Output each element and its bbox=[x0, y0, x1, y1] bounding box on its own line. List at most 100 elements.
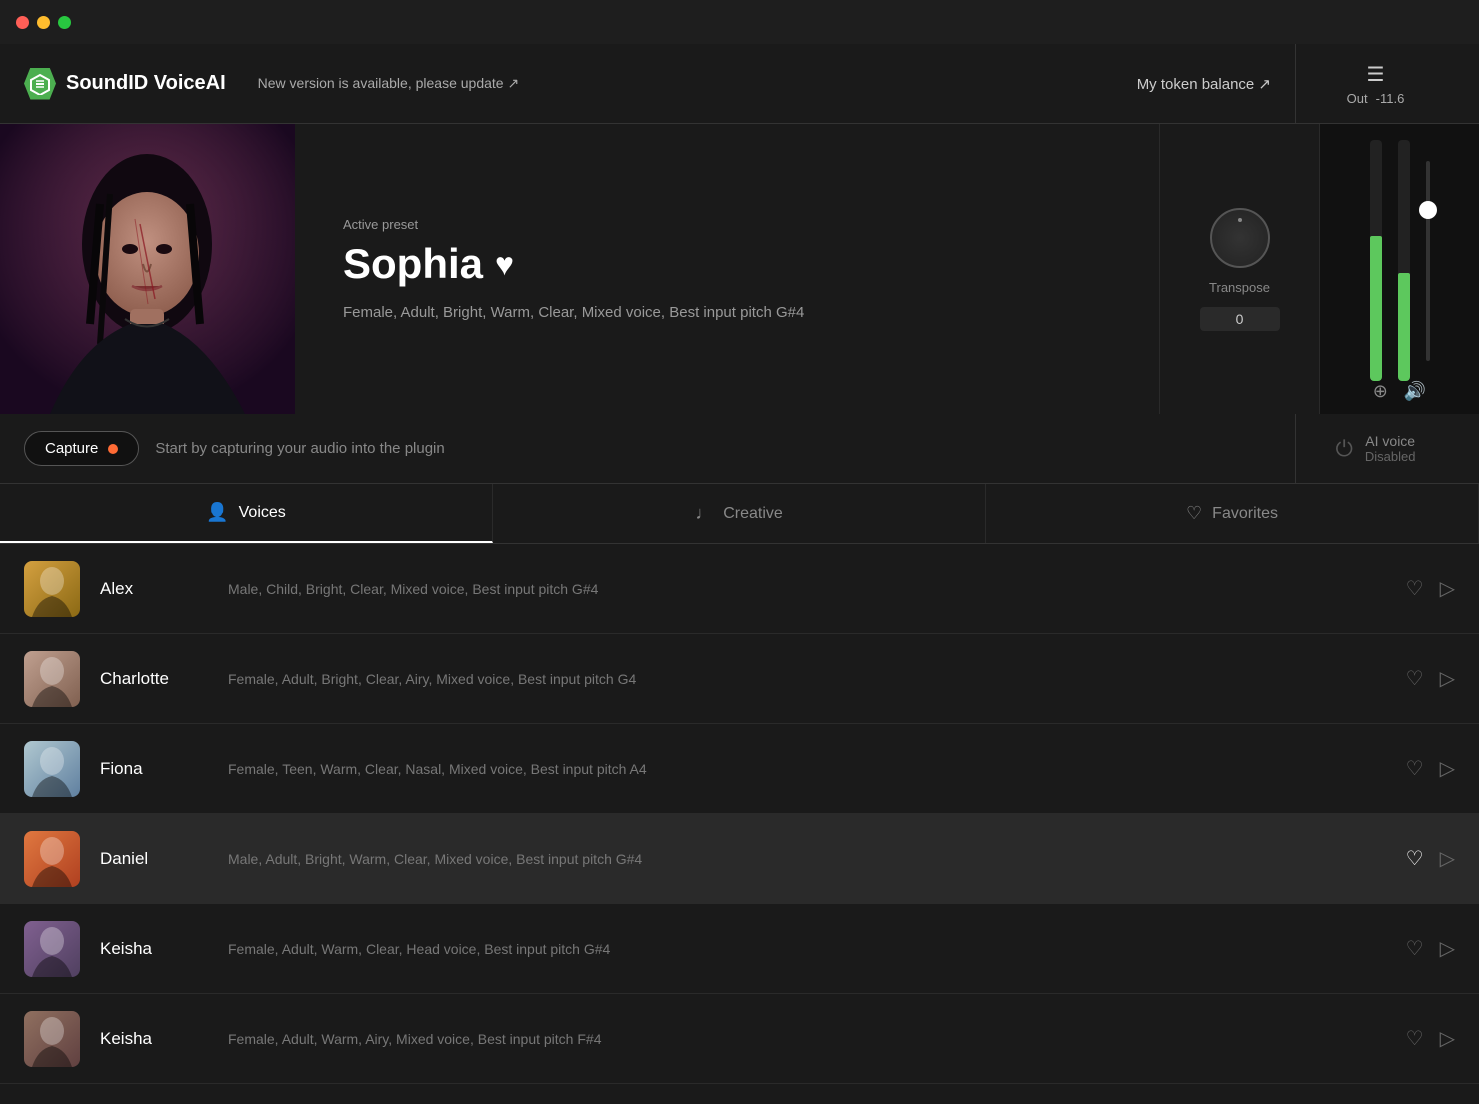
favorites-tab-icon: ♡ bbox=[1186, 503, 1202, 524]
close-button[interactable] bbox=[16, 16, 29, 29]
voice-name-4: Keisha bbox=[100, 939, 220, 959]
voice-tags-3: Male, Adult, Bright, Warm, Clear, Mixed … bbox=[228, 851, 1406, 867]
voice-list: Alex Male, Child, Bright, Clear, Mixed v… bbox=[0, 544, 1479, 1104]
voice-actions-1: ♡ ▷ bbox=[1406, 666, 1455, 691]
voice-avatar-inner-1 bbox=[24, 651, 80, 707]
out-label: Out bbox=[1347, 91, 1368, 106]
tab-creative[interactable]: ♩ Creative bbox=[493, 484, 986, 543]
volume-slider-thumb[interactable] bbox=[1419, 201, 1437, 219]
capture-instruction: Start by capturing your audio into the p… bbox=[155, 440, 1295, 457]
bottom-section: 👤 Voices ♩ Creative ♡ Favorites Ale bbox=[0, 484, 1479, 1104]
meter-controls: ⊕ 🔊 bbox=[1373, 381, 1427, 402]
voice-name-1: Charlotte bbox=[100, 669, 220, 689]
voice-actions-3: ♡ ▷ bbox=[1406, 846, 1455, 871]
play-icon-0[interactable]: ▷ bbox=[1440, 576, 1455, 601]
preset-name-text: Sophia bbox=[343, 240, 483, 288]
maximize-button[interactable] bbox=[58, 16, 71, 29]
creative-tab-icon: ♩ bbox=[695, 503, 713, 524]
capture-button[interactable]: Capture bbox=[24, 431, 139, 466]
transpose-label: Transpose bbox=[1209, 280, 1270, 295]
meter-fill-left bbox=[1370, 236, 1382, 381]
ai-voice-status: Disabled bbox=[1365, 449, 1416, 464]
update-notice[interactable]: New version is available, please update … bbox=[258, 75, 1137, 92]
voice-name-3: Daniel bbox=[100, 849, 220, 869]
tabs: 👤 Voices ♩ Creative ♡ Favorites bbox=[0, 484, 1479, 544]
favorite-icon-3[interactable]: ♡ bbox=[1406, 846, 1424, 871]
voice-name-5: Keisha bbox=[100, 1029, 220, 1049]
voice-tags-5: Female, Adult, Warm, Airy, Mixed voice, … bbox=[228, 1031, 1406, 1047]
voice-row-keisha-4[interactable]: Keisha Female, Adult, Warm, Clear, Head … bbox=[0, 904, 1479, 994]
voice-avatar-1 bbox=[24, 651, 80, 707]
favorite-icon-2[interactable]: ♡ bbox=[1406, 756, 1424, 781]
header-right-panel: ☰ Out -11.6 bbox=[1295, 44, 1455, 123]
tab-voices-label: Voices bbox=[239, 504, 286, 522]
ai-voice-label: AI voice bbox=[1365, 433, 1416, 449]
artist-photo bbox=[0, 124, 295, 414]
transpose-knob[interactable] bbox=[1210, 208, 1270, 268]
voice-avatar-inner-3 bbox=[24, 831, 80, 887]
voice-name-2: Fiona bbox=[100, 759, 220, 779]
voice-tags-0: Male, Child, Bright, Clear, Mixed voice,… bbox=[228, 581, 1406, 597]
titlebar bbox=[0, 0, 1479, 44]
play-icon-3[interactable]: ▷ bbox=[1440, 846, 1455, 871]
favorite-icon-1[interactable]: ♡ bbox=[1406, 666, 1424, 691]
artist-photo-img bbox=[0, 124, 295, 414]
tab-favorites-label: Favorites bbox=[1212, 505, 1278, 523]
play-icon-5[interactable]: ▷ bbox=[1440, 1026, 1455, 1051]
volume-icon[interactable]: 🔊 bbox=[1404, 381, 1426, 402]
favorite-icon-0[interactable]: ♡ bbox=[1406, 576, 1424, 601]
content-row: Active preset Sophia ♥ Female, Adult, Br… bbox=[0, 124, 1479, 414]
voice-tags-1: Female, Adult, Bright, Clear, Airy, Mixe… bbox=[228, 671, 1406, 687]
power-icon[interactable]: ⏻ bbox=[1336, 436, 1353, 462]
capture-bar: Capture Start by capturing your audio in… bbox=[0, 414, 1479, 484]
logo-text: SoundID VoiceAI bbox=[66, 72, 226, 95]
app-wrapper: SoundID VoiceAI New version is available… bbox=[0, 44, 1479, 1104]
tab-favorites[interactable]: ♡ Favorites bbox=[986, 484, 1479, 543]
play-icon-1[interactable]: ▷ bbox=[1440, 666, 1455, 691]
meter-bar-left bbox=[1370, 140, 1382, 381]
favorite-icon-4[interactable]: ♡ bbox=[1406, 936, 1424, 961]
active-preset-label: Active preset bbox=[343, 217, 1111, 232]
meter-bar-right bbox=[1398, 140, 1410, 381]
favorite-icon-5[interactable]: ♡ bbox=[1406, 1026, 1424, 1051]
voice-avatar-inner-4 bbox=[24, 921, 80, 977]
volume-panel: ⊕ 🔊 bbox=[1319, 124, 1479, 414]
preset-heart-icon[interactable]: ♥ bbox=[495, 246, 514, 283]
voice-avatar-inner-2 bbox=[24, 741, 80, 797]
voice-actions-4: ♡ ▷ bbox=[1406, 936, 1455, 961]
voice-row-fiona-2[interactable]: Fiona Female, Teen, Warm, Clear, Nasal, … bbox=[0, 724, 1479, 814]
transpose-value[interactable]: 0 bbox=[1200, 307, 1280, 331]
voice-row-keisha-5[interactable]: Keisha Female, Adult, Warm, Airy, Mixed … bbox=[0, 994, 1479, 1084]
link-icon[interactable]: ⊕ bbox=[1373, 381, 1388, 402]
voices-tab-icon: 👤 bbox=[206, 502, 228, 523]
voice-avatar-2 bbox=[24, 741, 80, 797]
logo-icon bbox=[24, 68, 56, 100]
preset-info: Active preset Sophia ♥ Female, Adult, Br… bbox=[295, 124, 1159, 414]
voice-actions-5: ♡ ▷ bbox=[1406, 1026, 1455, 1051]
logo: SoundID VoiceAI bbox=[24, 68, 226, 100]
voice-row-charlotte-1[interactable]: Charlotte Female, Adult, Bright, Clear, … bbox=[0, 634, 1479, 724]
play-icon-2[interactable]: ▷ bbox=[1440, 756, 1455, 781]
voice-row-daniel-3[interactable]: Daniel Male, Adult, Bright, Warm, Clear,… bbox=[0, 814, 1479, 904]
voice-avatar-inner-0 bbox=[24, 561, 80, 617]
voice-name-0: Alex bbox=[100, 579, 220, 599]
tab-voices[interactable]: 👤 Voices bbox=[0, 484, 493, 543]
token-balance[interactable]: My token balance ↗ bbox=[1137, 75, 1271, 93]
meter-area bbox=[1370, 140, 1430, 381]
minimize-button[interactable] bbox=[37, 16, 50, 29]
voice-tags-4: Female, Adult, Warm, Clear, Head voice, … bbox=[228, 941, 1406, 957]
voice-actions-0: ♡ ▷ bbox=[1406, 576, 1455, 601]
voice-tags-2: Female, Teen, Warm, Clear, Nasal, Mixed … bbox=[228, 761, 1406, 777]
out-meter: Out -11.6 bbox=[1347, 91, 1405, 106]
voice-row-alex-0[interactable]: Alex Male, Child, Bright, Clear, Mixed v… bbox=[0, 544, 1479, 634]
meter-fill-right bbox=[1398, 273, 1410, 381]
out-value: -11.6 bbox=[1376, 91, 1405, 106]
tab-creative-label: Creative bbox=[723, 505, 783, 523]
voice-actions-2: ♡ ▷ bbox=[1406, 756, 1455, 781]
capture-dot bbox=[108, 444, 118, 454]
menu-icon[interactable]: ☰ bbox=[1367, 62, 1385, 87]
play-icon-4[interactable]: ▷ bbox=[1440, 936, 1455, 961]
ai-voice-text: AI voice Disabled bbox=[1365, 433, 1416, 464]
ai-voice-panel: ⏻ AI voice Disabled bbox=[1295, 414, 1455, 483]
volume-slider-track bbox=[1426, 161, 1430, 361]
